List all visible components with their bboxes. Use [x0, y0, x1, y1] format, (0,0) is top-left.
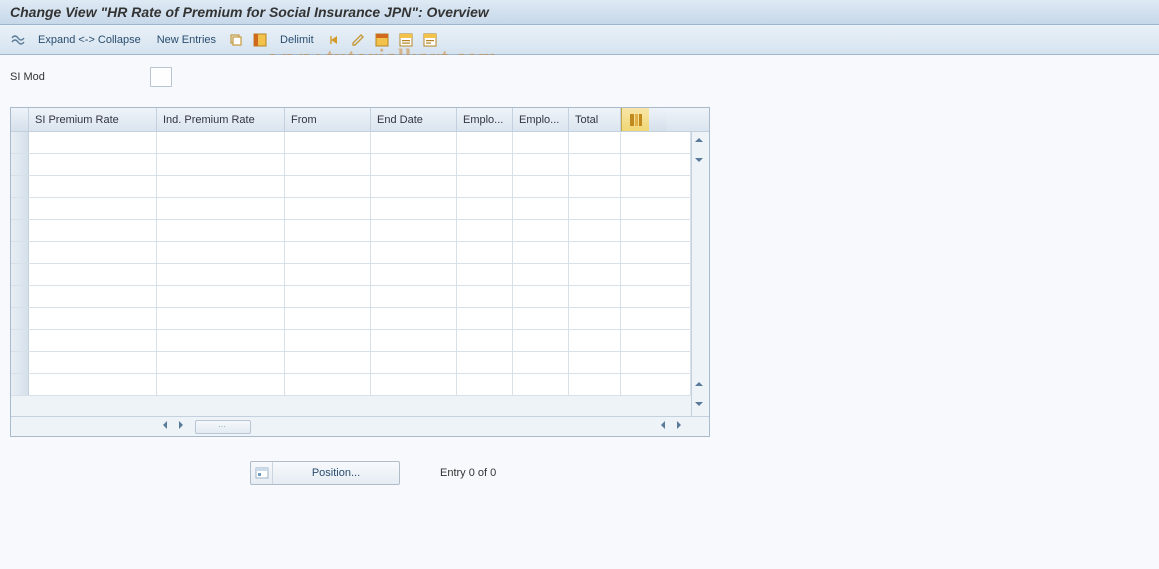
- table-row[interactable]: [11, 264, 691, 286]
- col-head-end-date[interactable]: End Date: [371, 108, 457, 131]
- position-button[interactable]: Position...: [250, 461, 400, 485]
- col-head-total[interactable]: Total: [569, 108, 621, 131]
- page-title: Change View "HR Rate of Premium for Soci…: [0, 0, 1159, 25]
- delimit-button[interactable]: Delimit: [274, 32, 320, 48]
- scroll-left-icon[interactable]: [657, 419, 673, 435]
- scroll-down-icon[interactable]: [693, 398, 709, 414]
- row-selector[interactable]: [11, 352, 29, 373]
- scroll-up-icon[interactable]: [693, 134, 709, 150]
- vertical-scrollbar[interactable]: [691, 132, 709, 416]
- si-mod-label: SI Mod: [10, 71, 140, 83]
- col-head-employer[interactable]: Emplo...: [457, 108, 513, 131]
- title-text: Change View "HR Rate of Premium for Soci…: [10, 4, 489, 20]
- expand-collapse-button[interactable]: Expand <-> Collapse: [32, 32, 147, 48]
- horizontal-scrollbar[interactable]: ⋯: [11, 416, 709, 436]
- new-entries-button[interactable]: New Entries: [151, 32, 222, 48]
- position-icon: [251, 462, 273, 484]
- app-toolbar: Expand <-> Collapse New Entries Delimit: [0, 25, 1159, 55]
- table-row[interactable]: [11, 176, 691, 198]
- display-toggle-icon[interactable]: [9, 31, 27, 49]
- table-row[interactable]: [11, 154, 691, 176]
- bottom-bar: Position... Entry 0 of 0: [10, 461, 1149, 485]
- change-icon[interactable]: [349, 31, 367, 49]
- configure-columns-button[interactable]: [621, 108, 649, 131]
- table-row[interactable]: [11, 330, 691, 352]
- content-area: SI Mod SI Premium Rate Ind. Premium Rate…: [0, 55, 1159, 569]
- table-rows: [11, 132, 691, 416]
- table-body: [11, 132, 709, 416]
- si-mod-input[interactable]: [150, 67, 172, 87]
- si-mod-field-row: SI Mod: [10, 67, 1149, 87]
- row-selector[interactable]: [11, 286, 29, 307]
- vscroll-head: [649, 108, 667, 131]
- col-head-ind-premium-rate[interactable]: Ind. Premium Rate: [157, 108, 285, 131]
- position-label: Position...: [273, 467, 399, 479]
- print-icon[interactable]: [421, 31, 439, 49]
- row-selector[interactable]: [11, 154, 29, 175]
- row-selector[interactable]: [11, 198, 29, 219]
- col-head-from[interactable]: From: [285, 108, 371, 131]
- col-head-si-premium-rate[interactable]: SI Premium Rate: [29, 108, 157, 131]
- row-selector[interactable]: [11, 330, 29, 351]
- save-variant-icon[interactable]: [397, 31, 415, 49]
- row-selector-header[interactable]: [11, 108, 29, 131]
- table-row[interactable]: [11, 220, 691, 242]
- table-row[interactable]: [11, 132, 691, 154]
- row-selector[interactable]: [11, 264, 29, 285]
- scroll-right-icon[interactable]: [175, 419, 191, 435]
- row-selector[interactable]: [11, 374, 29, 395]
- table-row[interactable]: [11, 286, 691, 308]
- col-head-employee[interactable]: Emplo...: [513, 108, 569, 131]
- entry-status: Entry 0 of 0: [440, 467, 496, 479]
- table-row[interactable]: [11, 308, 691, 330]
- copy-icon[interactable]: [227, 31, 245, 49]
- scroll-up-icon[interactable]: [693, 378, 709, 394]
- scroll-left-icon[interactable]: [159, 419, 175, 435]
- scroll-right-icon[interactable]: [673, 419, 689, 435]
- table-header: SI Premium Rate Ind. Premium Rate From E…: [11, 108, 709, 132]
- scroll-down-icon[interactable]: [693, 154, 709, 170]
- select-all-rows-icon[interactable]: [251, 31, 269, 49]
- table-row[interactable]: [11, 352, 691, 374]
- row-selector[interactable]: [11, 220, 29, 241]
- row-selector[interactable]: [11, 242, 29, 263]
- table-row[interactable]: [11, 242, 691, 264]
- table-row[interactable]: [11, 374, 691, 396]
- undo-icon[interactable]: [325, 31, 343, 49]
- select-all-icon[interactable]: [373, 31, 391, 49]
- row-selector[interactable]: [11, 132, 29, 153]
- hscroll-thumb[interactable]: ⋯: [195, 420, 251, 434]
- row-selector[interactable]: [11, 308, 29, 329]
- row-selector[interactable]: [11, 176, 29, 197]
- table-row[interactable]: [11, 198, 691, 220]
- premium-rate-table: SI Premium Rate Ind. Premium Rate From E…: [10, 107, 710, 437]
